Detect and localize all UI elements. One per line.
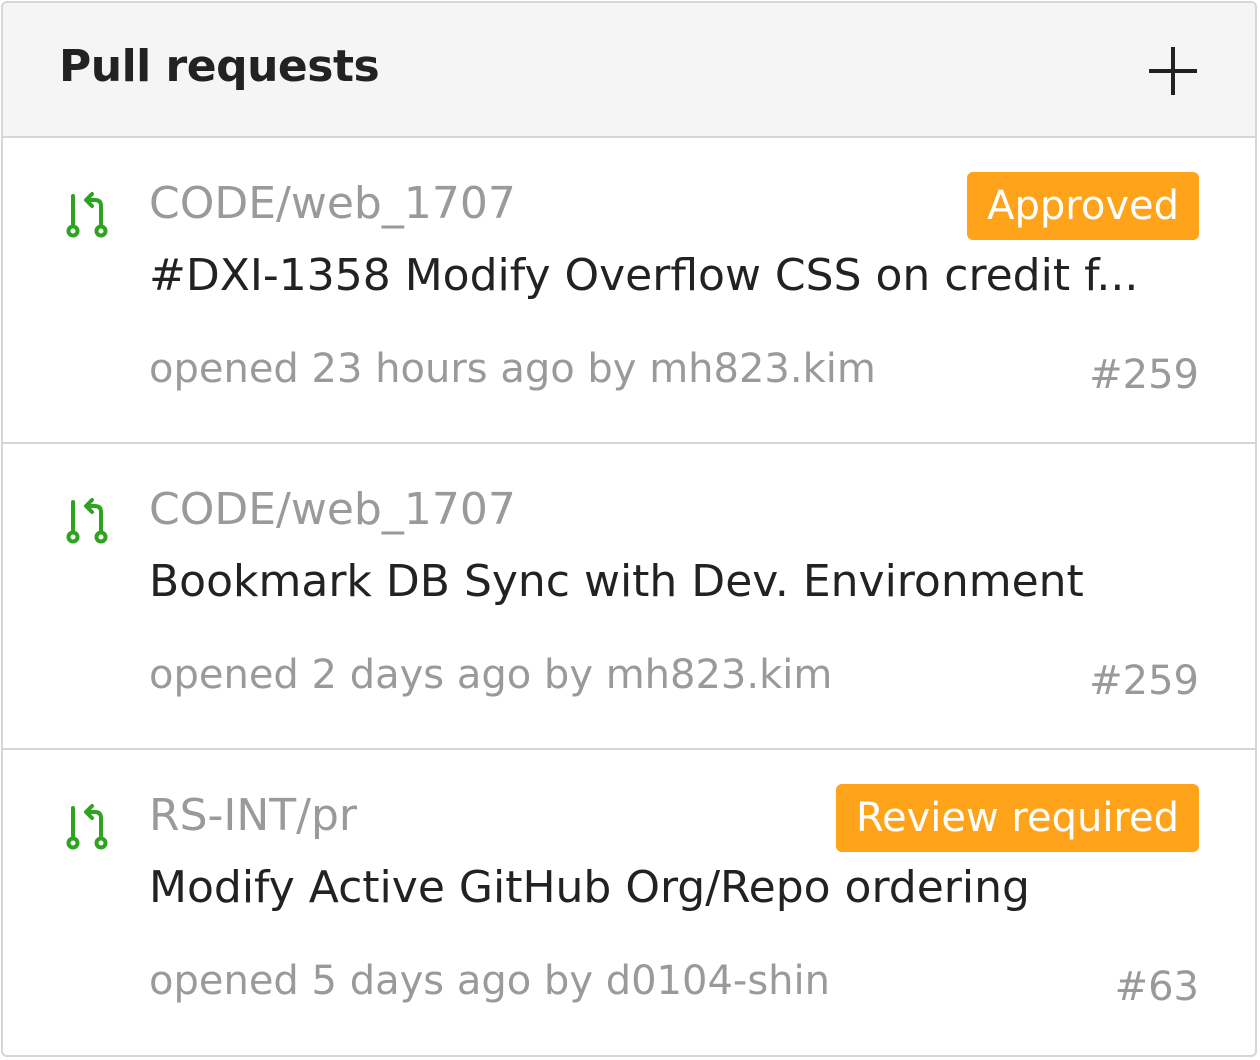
pull-request-title[interactable]: #DXI-1358 Modify Overflow CSS on credit … [149,250,1157,301]
pull-request-meta: opened 5 days ago by d0104-shin [149,958,830,1004]
pull-request-title[interactable]: Bookmark DB Sync with Dev. Environment [149,556,1157,607]
pull-request-icon [66,192,108,238]
pull-request-title[interactable]: Modify Active GitHub Org/Repo ordering [149,862,1157,913]
add-pull-request-button[interactable] [1143,41,1203,101]
pull-request-icon [66,804,108,850]
status-badge: Approved [967,172,1199,240]
pull-request-number: #63 [1114,964,1199,1010]
pull-request-item[interactable]: CODE/web_1707 Approved #DXI-1358 Modify … [3,138,1255,444]
repo-name: CODE/web_1707 [149,178,516,229]
status-badge: Review required [835,784,1199,852]
pull-request-icon [66,498,108,544]
pull-request-number: #259 [1089,352,1199,398]
repo-name: RS-INT/pr [149,790,357,841]
pull-request-number: #259 [1089,658,1199,704]
pull-request-meta: opened 2 days ago by mh823.kim [149,652,833,698]
pull-request-meta: opened 23 hours ago by mh823.kim [149,346,876,392]
panel-title: Pull requests [59,41,380,92]
pull-request-item[interactable]: RS-INT/pr Review required Modify Active … [3,750,1255,1055]
pull-requests-panel: Pull requests CODE/web_1707 Approved #DX [1,1,1257,1057]
repo-name: CODE/web_1707 [149,484,516,535]
pull-request-item[interactable]: CODE/web_1707 Bookmark DB Sync with Dev.… [3,444,1255,750]
panel-header: Pull requests [3,3,1255,138]
plus-icon [1149,47,1197,95]
pull-request-list: CODE/web_1707 Approved #DXI-1358 Modify … [3,138,1255,1055]
